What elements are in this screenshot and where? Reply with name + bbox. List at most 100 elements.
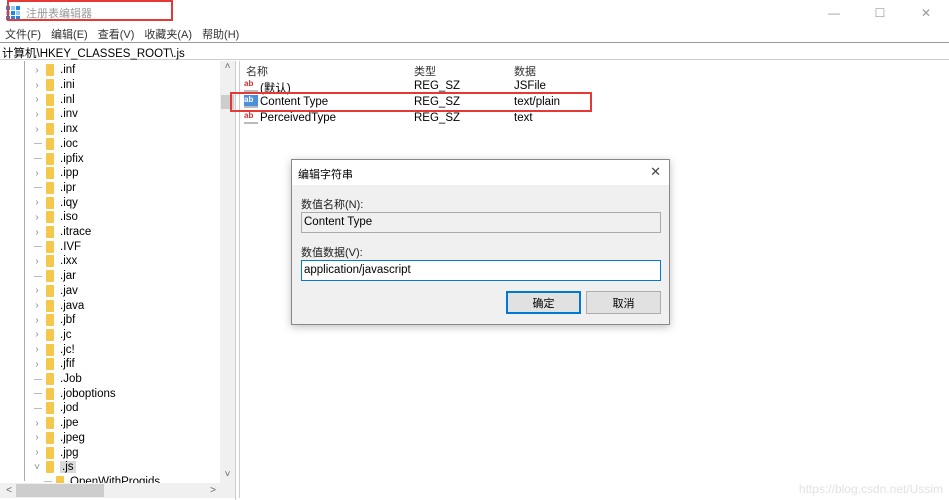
horizontal-scroll-thumb[interactable] xyxy=(16,484,104,497)
menu-view[interactable]: 查看(V) xyxy=(93,26,140,42)
folder-icon xyxy=(46,446,54,459)
dialog-title: 编辑字符串 xyxy=(298,169,353,181)
tree-item[interactable]: › .inf xyxy=(32,63,75,78)
tree-item[interactable]: › .inx xyxy=(32,122,78,137)
tree-horizontal-scrollbar[interactable]: < > xyxy=(0,483,235,498)
scroll-left-icon[interactable]: < xyxy=(2,483,16,498)
close-button[interactable]: ✕ xyxy=(903,0,949,26)
folder-icon xyxy=(46,181,54,194)
dialog-close-icon[interactable]: ✕ xyxy=(650,164,661,180)
chevron-right-icon[interactable]: › xyxy=(32,168,42,179)
chevron-right-icon[interactable]: › xyxy=(32,315,42,326)
chevron-right-icon[interactable]: › xyxy=(32,344,42,355)
tree-item[interactable]: › .itrace xyxy=(32,225,91,240)
tree-item[interactable]: › .jc! xyxy=(32,342,75,357)
folder-icon xyxy=(46,255,54,268)
tree-vertical-scrollbar[interactable]: ˄ ˅ xyxy=(220,61,235,483)
folder-icon xyxy=(46,314,54,327)
chevron-right-icon[interactable]: › xyxy=(32,197,42,208)
dialog-titlebar[interactable]: 编辑字符串 ✕ xyxy=(292,160,669,185)
value-data-input[interactable]: application/javascript xyxy=(301,260,661,281)
folder-icon xyxy=(46,431,54,444)
tree-item[interactable]: .ipr xyxy=(32,181,76,196)
chevron-right-icon[interactable]: › xyxy=(32,109,42,120)
tree-item[interactable]: › .iso xyxy=(32,210,78,225)
tree-item[interactable]: ˅ .js xyxy=(32,460,76,475)
string-value-icon: ab xyxy=(244,111,258,124)
tree-item[interactable]: .jar xyxy=(32,269,76,284)
chevron-right-icon[interactable]: › xyxy=(32,65,42,76)
address-path[interactable]: 计算机\HKEY_CLASSES_ROOT\.js xyxy=(2,45,185,61)
tree-item-label: .inv xyxy=(60,108,78,121)
folder-icon xyxy=(46,299,54,312)
tree-item[interactable]: .joboptions xyxy=(32,386,116,401)
tree-item-label: .jfif xyxy=(60,358,75,371)
chevron-right-icon[interactable]: › xyxy=(32,285,42,296)
menu-file[interactable]: 文件(F) xyxy=(0,26,46,42)
tree-item[interactable]: › .inl xyxy=(32,92,75,107)
scroll-up-icon[interactable]: ˄ xyxy=(220,61,235,75)
address-bar[interactable]: 计算机\HKEY_CLASSES_ROOT\.js xyxy=(0,42,949,60)
tree-item[interactable]: .Job xyxy=(32,372,82,387)
menu-help[interactable]: 帮助(H) xyxy=(197,26,244,42)
ok-button[interactable]: 确定 xyxy=(506,291,581,314)
tree-item[interactable]: › .inv xyxy=(32,107,78,122)
menu-favorites[interactable]: 收藏夹(A) xyxy=(139,26,197,42)
tree-item[interactable]: .IVF xyxy=(32,239,81,254)
tree-item[interactable]: .ioc xyxy=(32,137,78,152)
tree-item[interactable]: › .jpeg xyxy=(32,431,85,446)
maximize-button[interactable]: ☐ xyxy=(857,0,903,26)
tree-item[interactable]: › .ini xyxy=(32,78,75,93)
minimize-button[interactable]: — xyxy=(811,0,857,26)
tree-item-label: .jpe xyxy=(60,417,79,430)
cancel-button[interactable]: 取消 xyxy=(586,291,661,314)
folder-icon xyxy=(46,461,54,474)
tree-item[interactable]: › .jfif xyxy=(32,357,75,372)
tree-item[interactable]: › .jc xyxy=(32,328,72,343)
tree-item[interactable]: › .jpg xyxy=(32,445,79,460)
chevron-right-icon[interactable]: › xyxy=(32,124,42,135)
tree-item[interactable]: › .jpe xyxy=(32,416,79,431)
column-header-name[interactable]: 名称 xyxy=(246,63,268,79)
tree-item[interactable]: › .jav xyxy=(32,284,78,299)
column-header-type[interactable]: 类型 xyxy=(414,63,436,79)
tree-guide-line xyxy=(24,61,25,481)
chevron-right-icon[interactable]: › xyxy=(32,432,42,443)
chevron-right-icon[interactable]: › xyxy=(32,212,42,223)
tree-item-label: .js xyxy=(60,461,76,474)
scroll-right-icon[interactable]: > xyxy=(206,483,220,498)
chevron-down-icon[interactable]: ˅ xyxy=(32,462,42,473)
tree-item-label: .ipp xyxy=(60,167,79,180)
tree-item-label: .jc! xyxy=(60,343,75,356)
tree-item[interactable]: › .ixx xyxy=(32,254,77,269)
column-header-data[interactable]: 数据 xyxy=(514,63,536,79)
value-data: text xyxy=(514,112,533,124)
menu-edit[interactable]: 编辑(E) xyxy=(46,26,93,42)
tree-connector-line xyxy=(34,143,42,145)
chevron-right-icon[interactable]: › xyxy=(32,447,42,458)
tree-item[interactable]: › .ipp xyxy=(32,166,79,181)
chevron-right-icon[interactable]: › xyxy=(32,329,42,340)
value-annotation-box xyxy=(230,92,592,112)
folder-icon xyxy=(46,387,54,400)
scroll-down-icon[interactable]: ˅ xyxy=(220,469,235,483)
chevron-right-icon[interactable]: › xyxy=(32,94,42,105)
chevron-right-icon[interactable]: › xyxy=(32,80,42,91)
chevron-right-icon[interactable]: › xyxy=(32,418,42,429)
tree-item[interactable]: .ipfix xyxy=(32,151,84,166)
tree-connector-line xyxy=(34,378,42,380)
tree-item[interactable]: .jod xyxy=(32,401,79,416)
chevron-right-icon[interactable]: › xyxy=(32,359,42,370)
folder-icon xyxy=(46,108,54,121)
chevron-right-icon[interactable]: › xyxy=(32,300,42,311)
tree-item[interactable]: › .java xyxy=(32,298,84,313)
value-row[interactable]: ab PerceivedType REG_SZ text xyxy=(240,110,940,126)
tree-item-label: .ixx xyxy=(60,255,78,268)
value-type: REG_SZ xyxy=(414,112,461,124)
folder-icon xyxy=(46,137,54,150)
tree-item[interactable]: › .jbf xyxy=(32,313,75,328)
chevron-right-icon[interactable]: › xyxy=(32,256,42,267)
tree-item-label: .iso xyxy=(60,211,78,224)
tree-item[interactable]: › .iqy xyxy=(32,195,78,210)
chevron-right-icon[interactable]: › xyxy=(32,227,42,238)
